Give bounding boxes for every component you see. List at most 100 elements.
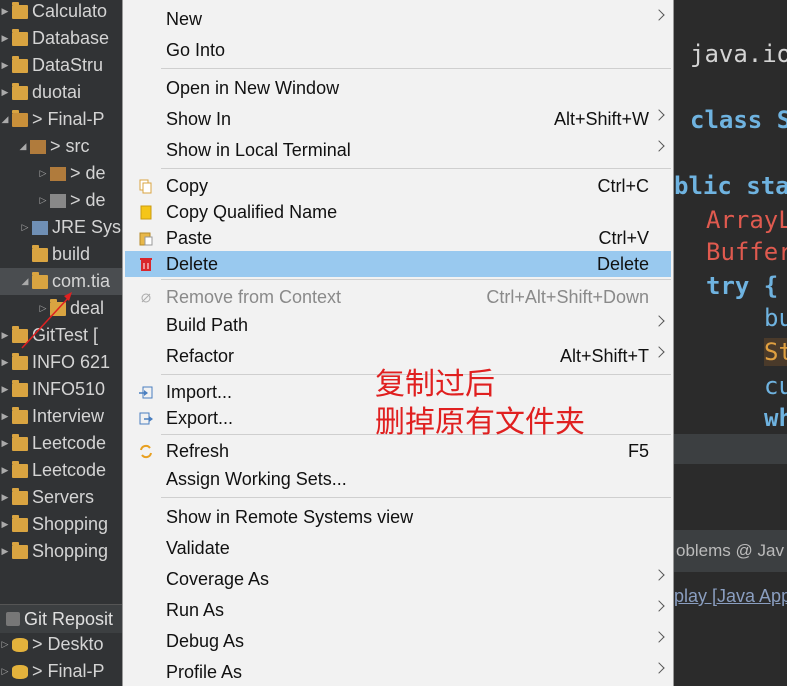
expand-arrow-icon[interactable]: ▶ <box>0 465 10 476</box>
expand-arrow-icon[interactable]: ▶ <box>0 60 10 71</box>
expand-arrow-icon[interactable]: ▶ <box>0 6 10 17</box>
git-repo-item[interactable]: ▷ > Final-P <box>0 658 122 685</box>
menu-item-build-path[interactable]: Build Path <box>125 312 671 338</box>
tree-item[interactable]: ▶ Leetcode <box>0 457 122 484</box>
menu-item-coverage-as[interactable]: Coverage As <box>125 566 671 592</box>
folder-icon <box>50 298 66 316</box>
menu-separator <box>161 68 671 69</box>
expand-arrow-icon[interactable]: ▷ <box>0 639 10 650</box>
copy-icon <box>139 178 153 194</box>
menu-item-profile-as[interactable]: Profile As <box>125 659 671 685</box>
folder-icon <box>12 82 28 100</box>
tree-item[interactable]: ▶ INFO510 <box>0 376 122 403</box>
submenu-arrow-icon <box>653 600 665 612</box>
menu-item-go-into[interactable]: Go Into <box>125 37 671 63</box>
expand-arrow-icon[interactable]: ▶ <box>0 33 10 44</box>
folder-icon <box>12 1 28 19</box>
tree-item[interactable]: ▶ GitTest [ <box>0 322 122 349</box>
folder-icon <box>12 460 28 478</box>
tree-item[interactable]: ▷ > de <box>0 187 122 214</box>
tree-item[interactable]: ▶ Leetcode <box>0 430 122 457</box>
tree-item[interactable]: ▷ deal <box>0 295 122 322</box>
folder-icon <box>12 352 28 370</box>
tree-item[interactable]: ▶ Interview <box>0 403 122 430</box>
folder-icon <box>12 406 28 424</box>
tree-item[interactable]: ▶ Calculato <box>0 0 122 25</box>
code-line: try { <box>706 272 779 300</box>
tree-item[interactable]: ▶ Database <box>0 25 122 52</box>
tree-item[interactable]: ▶ Shopping <box>0 538 122 565</box>
expand-arrow-icon[interactable]: ▷ <box>20 222 30 233</box>
menu-item-show-in[interactable]: Show In Alt+Shift+W <box>125 106 671 132</box>
tree-item[interactable]: ▷ > de <box>0 160 122 187</box>
tree-item[interactable]: ◢ > Final-P <box>0 106 122 133</box>
folder-icon <box>12 325 28 343</box>
bottom-panel-tabs[interactable]: oblems @ Jav <box>674 530 787 572</box>
copy-qualified-name-icon <box>139 204 153 220</box>
repository-icon <box>12 664 28 679</box>
import-icon <box>139 384 153 399</box>
expand-arrow-icon[interactable]: ▷ <box>38 195 48 206</box>
tree-item[interactable]: ▶ Shopping <box>0 511 122 538</box>
menu-item-assign-working-sets[interactable]: Assign Working Sets... <box>125 466 671 492</box>
tree-item[interactable]: ▶ duotai <box>0 79 122 106</box>
code-line: cu <box>764 372 787 400</box>
collapse-arrow-icon[interactable]: ◢ <box>18 141 28 152</box>
code-line: Buffer <box>706 238 787 266</box>
submenu-arrow-icon <box>653 140 665 152</box>
tree-item-selected[interactable]: ◢ com.tia <box>0 268 122 295</box>
menu-item-open-in-new-window[interactable]: Open in New Window <box>125 75 671 101</box>
menu-item-run-as[interactable]: Run As <box>125 597 671 623</box>
menu-separator <box>161 497 671 498</box>
tree-item[interactable]: ▶ INFO 621 <box>0 349 122 376</box>
menu-item-copy[interactable]: Copy Ctrl+C <box>125 173 671 199</box>
menu-item-validate[interactable]: Validate <box>125 535 671 561</box>
menu-item-paste[interactable]: Paste Ctrl+V <box>125 225 671 251</box>
git-repositories-tab[interactable]: Git Reposit <box>0 604 122 633</box>
menu-item-new[interactable]: New <box>125 6 671 32</box>
expand-arrow-icon[interactable]: ▷ <box>0 666 10 677</box>
editor-scrollbar[interactable] <box>674 434 787 464</box>
menu-item-debug-as[interactable]: Debug As <box>125 628 671 654</box>
expand-arrow-icon[interactable]: ▶ <box>0 546 10 557</box>
folder-icon <box>32 271 48 289</box>
menu-item-delete[interactable]: Delete Delete <box>125 251 671 277</box>
code-editor[interactable]: java.io class S blic sta ArrayL Buffer t… <box>674 0 787 686</box>
package-error-icon <box>50 166 66 181</box>
expand-arrow-icon[interactable]: ▶ <box>0 357 10 368</box>
delete-icon <box>139 256 153 271</box>
tree-item[interactable]: ▶ Servers <box>0 484 122 511</box>
expand-arrow-icon[interactable]: ▶ <box>0 519 10 530</box>
tree-item[interactable]: ▶ DataStru <box>0 52 122 79</box>
code-line: blic sta <box>674 172 787 200</box>
submenu-arrow-icon <box>653 9 665 21</box>
tree-item[interactable]: ▷ JRE Sys <box>0 214 122 241</box>
code-line: java.io <box>690 40 787 68</box>
expand-arrow-icon[interactable]: ▶ <box>0 411 10 422</box>
menu-item-show-in-remote-systems-view[interactable]: Show in Remote Systems view <box>125 504 671 530</box>
remove-context-icon <box>139 289 153 304</box>
expand-arrow-icon[interactable]: ▶ <box>0 438 10 449</box>
submenu-arrow-icon <box>653 315 665 327</box>
expand-arrow-icon[interactable]: ▷ <box>38 168 48 179</box>
menu-item-show-in-local-terminal[interactable]: Show in Local Terminal <box>125 137 671 163</box>
tree-item[interactable]: build <box>0 241 122 268</box>
tree-item[interactable]: ◢ > src <box>0 133 122 160</box>
expand-arrow-icon[interactable]: ▶ <box>0 87 10 98</box>
git-repo-item[interactable]: ▷ > Deskto <box>0 631 122 658</box>
expand-arrow-icon[interactable]: ▶ <box>0 492 10 503</box>
folder-icon <box>12 514 28 532</box>
expand-arrow-icon[interactable]: ▶ <box>0 330 10 341</box>
console-title: play [Java App <box>674 586 787 606</box>
code-line: St <box>764 338 787 366</box>
menu-separator <box>161 168 671 169</box>
expand-arrow-icon[interactable]: ▷ <box>38 303 48 314</box>
source-folder-icon <box>30 139 46 154</box>
refresh-icon <box>139 443 153 459</box>
expand-arrow-icon[interactable]: ▶ <box>0 384 10 395</box>
collapse-arrow-icon[interactable]: ◢ <box>20 276 30 287</box>
menu-item-copy-qualified-name[interactable]: Copy Qualified Name <box>125 199 671 225</box>
context-menu: New Go Into Open in New Window Show In Al… <box>122 0 674 686</box>
submenu-arrow-icon <box>653 346 665 358</box>
collapse-arrow-icon[interactable]: ◢ <box>0 114 10 125</box>
